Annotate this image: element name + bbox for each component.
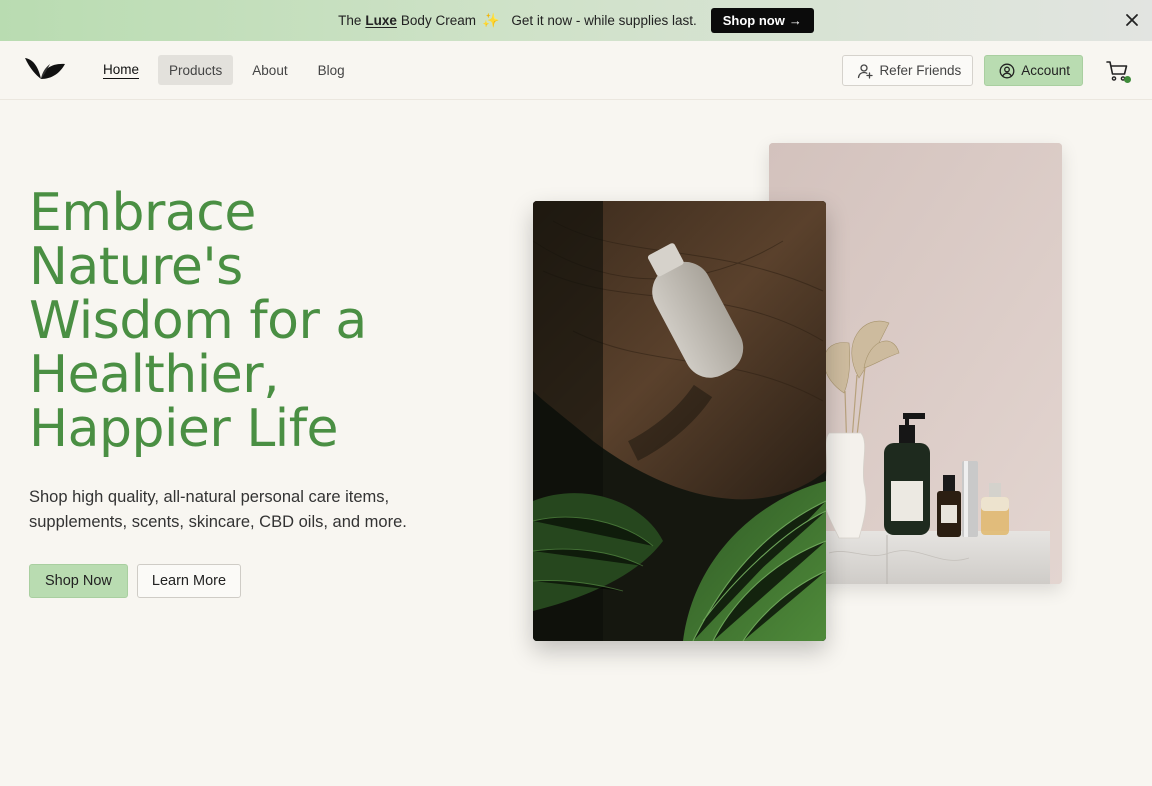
announcement-shop-now-button[interactable]: Shop now →: [710, 8, 814, 33]
announcement-promo: The Luxe Body Cream ✨: [338, 12, 511, 29]
account-label: Account: [1021, 63, 1070, 78]
close-icon[interactable]: [1123, 11, 1141, 29]
announcement-product[interactable]: Luxe: [365, 13, 397, 28]
announcement-prefix: The: [338, 13, 362, 28]
nav-link-label: Products: [169, 62, 223, 78]
refer-friends-button[interactable]: Refer Friends: [842, 55, 974, 86]
leaf-logo[interactable]: [24, 55, 66, 85]
announcement-message: Get it now - while supplies last.: [511, 13, 697, 28]
shop-now-button[interactable]: Shop Now: [29, 564, 128, 598]
shop-now-label: Shop now: [722, 13, 785, 28]
nav-link-label: Home: [103, 61, 140, 79]
cart-button[interactable]: [1104, 57, 1132, 85]
cart-badge: [1124, 75, 1131, 83]
account-button[interactable]: Account: [984, 55, 1083, 86]
nav-links: Home Products About Blog: [92, 55, 356, 85]
hero-subtitle: Shop high quality, all-natural personal …: [29, 488, 407, 531]
arrow-right-icon: →: [788, 13, 802, 28]
hero-image-bottle-leaf: [533, 201, 826, 641]
nav-link-about[interactable]: About: [241, 55, 298, 85]
announcement-suffix: Body Cream: [400, 13, 476, 28]
main-navbar: Home Products About Blog Refer Friends A…: [0, 41, 1152, 100]
announcement-bar: The Luxe Body Cream ✨ Get it now - while…: [0, 0, 1152, 41]
nav-link-label: Blog: [317, 62, 345, 78]
hero-title: Embrace Nature's Wisdom for a Healthier,…: [29, 183, 367, 459]
refer-friends-label: Refer Friends: [879, 63, 962, 78]
nav-link-home[interactable]: Home: [92, 55, 150, 85]
nav-link-label: About: [252, 62, 288, 78]
user-circle-icon: [999, 63, 1015, 78]
learn-more-button[interactable]: Learn More: [136, 564, 242, 598]
sparkle-icon: ✨: [481, 12, 500, 28]
hero-buttons: Shop Now Learn More: [29, 564, 242, 598]
nav-link-blog[interactable]: Blog: [307, 55, 356, 85]
user-plus-icon: [858, 63, 874, 79]
nav-link-products[interactable]: Products: [158, 55, 234, 85]
nav-actions: Refer Friends Account: [842, 55, 1132, 86]
